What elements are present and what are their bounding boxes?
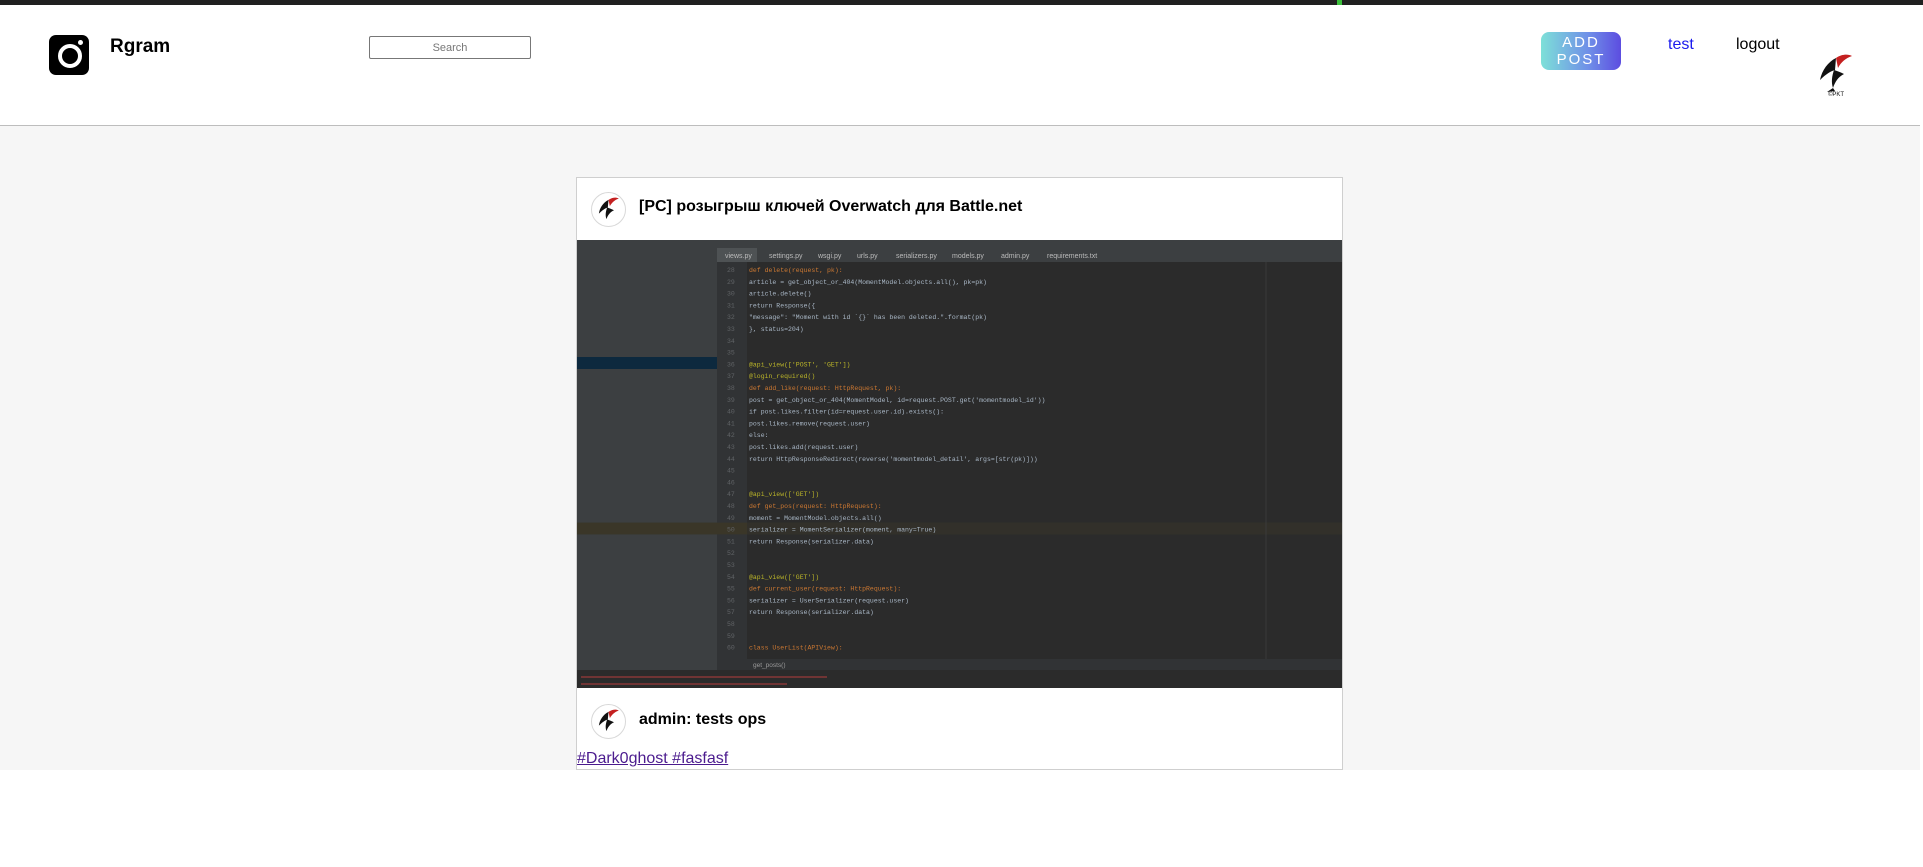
line-number: 55 bbox=[727, 586, 735, 593]
line-number: 48 bbox=[727, 503, 735, 510]
line-number: 50 bbox=[727, 527, 735, 534]
profile-link[interactable]: test bbox=[1668, 36, 1694, 54]
code-line: post.likes.add(request.user) bbox=[749, 444, 858, 451]
line-number: 33 bbox=[727, 326, 735, 333]
line-number: 41 bbox=[727, 420, 735, 427]
code-line: def current_user(request: HttpRequest): bbox=[749, 586, 901, 593]
line-number: 53 bbox=[727, 562, 735, 569]
line-number: 56 bbox=[727, 597, 735, 604]
code-line: def add_like(request: HttpRequest, pk): bbox=[749, 385, 901, 392]
code-line: serializer = UserSerializer(request.user… bbox=[749, 597, 909, 604]
line-number: 57 bbox=[727, 609, 735, 616]
user-avatar-icon[interactable]: ©PKT bbox=[1814, 50, 1858, 98]
line-number: 39 bbox=[727, 397, 735, 404]
commenter-avatar[interactable] bbox=[591, 704, 626, 739]
code-line: if post.likes.filter(id=request.user.id)… bbox=[749, 409, 944, 416]
code-line: class UserList(APIView): bbox=[749, 645, 843, 652]
editor-tab: wsgi.py bbox=[817, 253, 842, 260]
line-number: 45 bbox=[727, 468, 735, 475]
line-number: 47 bbox=[727, 491, 735, 498]
code-line: moment = MomentModel.objects.all() bbox=[749, 515, 882, 522]
line-number: 43 bbox=[727, 444, 735, 451]
site-header: Rgram ADD POST test logout ©PKT bbox=[0, 5, 1920, 126]
code-line: def delete(request, pk): bbox=[749, 267, 843, 274]
editor-tab: views.py bbox=[725, 253, 752, 260]
comment-text: admin: tests ops bbox=[639, 711, 767, 728]
post-card: [PC] розыгрыш ключей Overwatch для Battl… bbox=[576, 177, 1343, 770]
code-line: article = get_object_or_404(MomentModel.… bbox=[749, 279, 987, 286]
brand-name[interactable]: Rgram bbox=[110, 36, 170, 58]
line-number: 54 bbox=[727, 574, 735, 581]
hashtag-link[interactable]: #Dark0ghost #fasfasf bbox=[577, 750, 728, 767]
line-number: 28 bbox=[727, 267, 735, 274]
line-number: 37 bbox=[727, 373, 735, 380]
code-line: }, status=204) bbox=[749, 326, 804, 333]
code-line: article.delete() bbox=[749, 291, 811, 298]
add-post-button[interactable]: ADD POST bbox=[1541, 32, 1621, 70]
code-line: return Response({ bbox=[749, 302, 815, 309]
logout-link[interactable]: logout bbox=[1736, 36, 1780, 54]
editor-tab: serializers.py bbox=[896, 253, 937, 260]
title-strip bbox=[577, 240, 1342, 248]
run-console bbox=[577, 670, 1342, 688]
selected-file bbox=[577, 357, 717, 369]
camera-lens bbox=[58, 44, 82, 68]
line-number: 35 bbox=[727, 350, 735, 357]
post-title: [PC] розыгрыш ключей Overwatch для Battl… bbox=[639, 198, 1023, 215]
code-editor-screenshot: views.py settings.py wsgi.py urls.py seriali… bbox=[577, 240, 1342, 688]
line-number: 59 bbox=[727, 633, 735, 640]
line-number: 46 bbox=[727, 479, 735, 486]
search-input[interactable] bbox=[369, 36, 531, 59]
editor-tab: models.py bbox=[952, 253, 984, 260]
line-number: 31 bbox=[727, 302, 735, 309]
line-number: 58 bbox=[727, 621, 735, 628]
code-line: @login_required() bbox=[749, 373, 815, 380]
line-number: 44 bbox=[727, 456, 735, 463]
post-image[interactable]: views.py settings.py wsgi.py urls.py seriali… bbox=[577, 240, 1342, 688]
post-tags: #Dark0ghost #fasfasf bbox=[577, 750, 728, 768]
line-number: 32 bbox=[727, 314, 735, 321]
camera-flash-dot bbox=[78, 40, 83, 45]
line-number: 51 bbox=[727, 538, 735, 545]
line-number: 42 bbox=[727, 432, 735, 439]
editor-tab: urls.py bbox=[857, 253, 878, 260]
editor-tab: requirements.txt bbox=[1047, 253, 1097, 260]
bird-logo-icon bbox=[598, 197, 619, 220]
avatar-caption: ©PKT bbox=[1828, 91, 1844, 98]
code-line: return Response(serializer.data) bbox=[749, 609, 874, 616]
line-number: 49 bbox=[727, 515, 735, 522]
line-number: 38 bbox=[727, 385, 735, 392]
bird-logo-icon bbox=[598, 709, 619, 732]
breadcrumb: get_posts() bbox=[753, 662, 786, 669]
line-number: 29 bbox=[727, 279, 735, 286]
camera-logo-icon[interactable] bbox=[49, 35, 89, 75]
code-line: serializer = MomentSerializer(moment, ma… bbox=[749, 527, 936, 534]
post-header: [PC] розыгрыш ключей Overwatch для Battl… bbox=[577, 178, 1342, 240]
code-line: else: bbox=[749, 432, 769, 439]
line-number: 30 bbox=[727, 291, 735, 298]
code-line: return HttpResponseRedirect(reverse('mom… bbox=[749, 456, 1038, 463]
author-avatar[interactable] bbox=[591, 192, 626, 227]
code-line: def get_pos(request: HttpRequest): bbox=[749, 503, 882, 510]
code-line: return Response(serializer.data) bbox=[749, 538, 874, 545]
code-line: "message": "Moment with id `{}` has been… bbox=[749, 314, 987, 321]
breadcrumb-bar bbox=[717, 659, 1342, 670]
line-number: 60 bbox=[727, 645, 735, 652]
code-line: @api_view(['GET']) bbox=[749, 491, 819, 498]
line-number: 52 bbox=[727, 550, 735, 557]
project-panel bbox=[577, 240, 717, 670]
code-line: post.likes.remove(request.user) bbox=[749, 420, 870, 427]
code-line: @api_view(['POST', 'GET']) bbox=[749, 361, 850, 368]
line-number: 40 bbox=[727, 409, 735, 416]
line-number: 34 bbox=[727, 338, 735, 345]
editor-tab: admin.py bbox=[1001, 253, 1030, 260]
code-line: @api_view(['GET']) bbox=[749, 574, 819, 581]
editor-tab: settings.py bbox=[769, 253, 803, 260]
code-line: post = get_object_or_404(MomentModel, id… bbox=[749, 397, 1045, 404]
line-number: 36 bbox=[727, 361, 735, 368]
